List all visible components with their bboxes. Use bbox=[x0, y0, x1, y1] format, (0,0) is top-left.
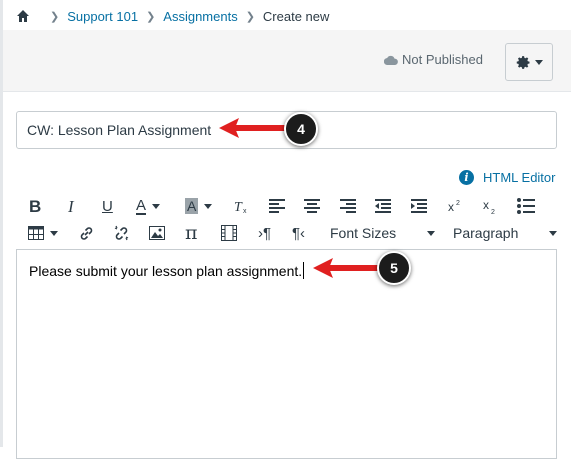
annotation-arrow bbox=[313, 258, 379, 278]
publish-status: Not Published bbox=[384, 52, 483, 67]
text-color-button[interactable]: A bbox=[136, 194, 161, 218]
insert-media-button[interactable] bbox=[221, 221, 237, 245]
align-right-button[interactable] bbox=[340, 194, 356, 218]
caret-down-icon bbox=[152, 203, 161, 209]
italic-button[interactable]: I bbox=[68, 194, 74, 218]
html-editor-label: HTML Editor bbox=[483, 170, 556, 185]
step-badge: 5 bbox=[377, 251, 411, 285]
math-equation-button[interactable]: π bbox=[185, 221, 198, 245]
align-right-icon bbox=[340, 199, 356, 213]
outdent-icon bbox=[375, 199, 391, 213]
paragraph-format-label: Paragraph bbox=[453, 225, 519, 241]
subscript-button[interactable]: x 2 bbox=[482, 194, 498, 218]
breadcrumb-current: Create new bbox=[262, 8, 330, 24]
svg-text:x: x bbox=[448, 200, 454, 214]
caret-down-icon bbox=[50, 230, 58, 236]
rtl-direction-button[interactable]: ¶‹ bbox=[292, 221, 305, 245]
outdent-button[interactable] bbox=[375, 194, 391, 218]
clear-formatting-button[interactable]: T x bbox=[233, 194, 249, 218]
text-cursor bbox=[303, 262, 305, 279]
step-badge: 4 bbox=[284, 112, 318, 146]
bold-icon: B bbox=[29, 196, 42, 216]
info-icon: i bbox=[459, 170, 474, 185]
indent-button[interactable] bbox=[411, 194, 427, 218]
caret-down-icon bbox=[427, 230, 435, 236]
cloud-icon bbox=[384, 55, 398, 65]
align-left-button[interactable] bbox=[269, 194, 285, 218]
caret-down-icon bbox=[549, 230, 557, 236]
svg-text:x: x bbox=[483, 198, 489, 212]
unlink-button[interactable] bbox=[113, 221, 130, 245]
indent-icon bbox=[411, 199, 427, 213]
link-icon bbox=[80, 226, 93, 240]
ltr-direction-button[interactable]: ›¶ bbox=[258, 221, 271, 245]
breadcrumb-link-course[interactable]: Support 101 bbox=[67, 9, 138, 24]
gear-icon bbox=[516, 55, 529, 69]
svg-text:x: x bbox=[243, 208, 247, 214]
font-sizes-select[interactable]: Font Sizes bbox=[330, 221, 435, 245]
header-bar bbox=[3, 30, 571, 92]
html-editor-link[interactable]: i HTML Editor bbox=[459, 170, 555, 185]
align-center-button[interactable] bbox=[304, 194, 320, 218]
home-icon[interactable] bbox=[16, 9, 30, 23]
paragraph-rtl-icon: ¶‹ bbox=[292, 224, 306, 242]
publish-status-label: Not Published bbox=[402, 52, 483, 67]
paragraph-ltr-icon: ›¶ bbox=[258, 224, 272, 242]
align-center-icon bbox=[304, 199, 320, 213]
unlink-icon bbox=[114, 225, 129, 240]
background-color-icon: A bbox=[185, 198, 199, 214]
bold-button[interactable]: B bbox=[29, 194, 41, 218]
pi-icon: π bbox=[185, 221, 198, 244]
superscript-button[interactable]: x 2 bbox=[447, 194, 463, 218]
table-button[interactable] bbox=[28, 221, 58, 245]
chevron-right-icon: ❯ bbox=[146, 10, 156, 23]
caret-down-icon bbox=[204, 203, 213, 209]
settings-menu-button[interactable] bbox=[505, 43, 553, 81]
breadcrumb-link-assignments[interactable]: Assignments bbox=[163, 9, 237, 24]
chevron-right-icon: ❯ bbox=[50, 10, 60, 23]
paragraph-format-select[interactable]: Paragraph bbox=[453, 221, 557, 245]
rich-content-editor[interactable]: Please submit your lesson plan assignmen… bbox=[16, 249, 557, 459]
chevron-right-icon: ❯ bbox=[245, 10, 255, 23]
text-color-icon: A bbox=[136, 196, 147, 215]
table-icon bbox=[28, 226, 44, 240]
superscript-icon: x 2 bbox=[448, 200, 460, 214]
background-color-button[interactable]: A bbox=[185, 194, 213, 218]
underline-icon: U bbox=[102, 197, 113, 215]
caret-down-icon bbox=[534, 59, 543, 65]
breadcrumb: ❯ Support 101 ❯ Assignments ❯ Create new bbox=[16, 6, 329, 26]
editor-content-text: Please submit your lesson plan assignmen… bbox=[29, 263, 303, 279]
image-icon bbox=[149, 226, 165, 240]
annotation-arrow bbox=[219, 118, 285, 138]
clear-formatting-icon: T x bbox=[234, 200, 247, 214]
editor-content: Please submit your lesson plan assignmen… bbox=[29, 262, 305, 279]
font-sizes-label: Font Sizes bbox=[330, 225, 397, 241]
bullet-list-button[interactable] bbox=[517, 194, 535, 218]
italic-icon: I bbox=[68, 196, 74, 216]
align-left-icon bbox=[269, 199, 285, 213]
svg-text:2: 2 bbox=[456, 200, 460, 207]
insert-link-button[interactable] bbox=[78, 221, 95, 245]
bullet-list-icon bbox=[517, 198, 535, 214]
film-icon bbox=[221, 225, 237, 241]
subscript-icon: x 2 bbox=[483, 198, 495, 214]
underline-button[interactable]: U bbox=[102, 194, 113, 218]
svg-text:2: 2 bbox=[491, 209, 495, 214]
svg-text:T: T bbox=[234, 200, 243, 214]
insert-image-button[interactable] bbox=[149, 221, 165, 245]
